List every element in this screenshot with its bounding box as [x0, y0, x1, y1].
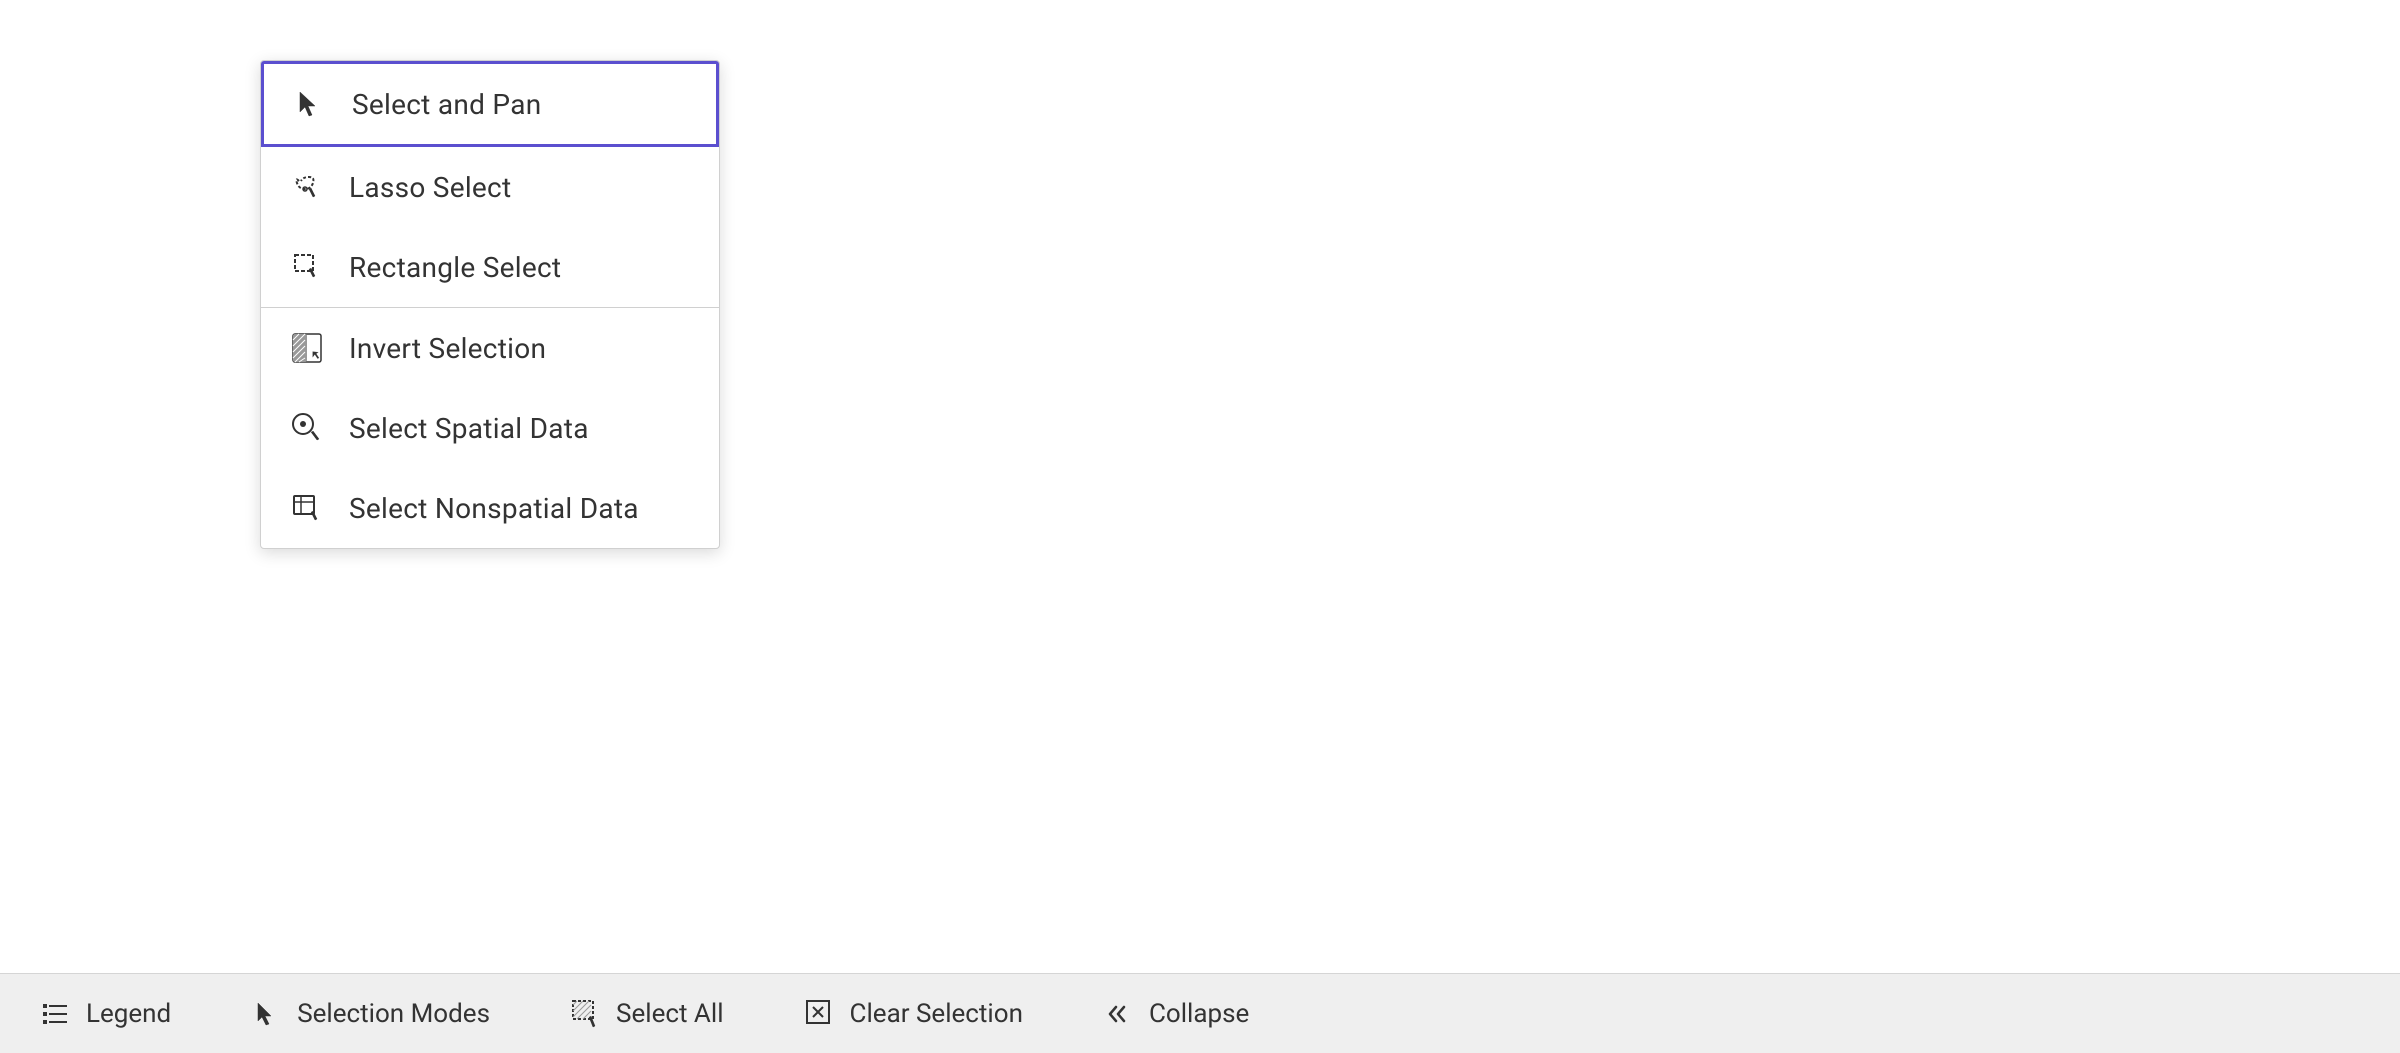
menu-item-label-select-spatial-data: Select Spatial Data	[349, 412, 589, 445]
toolbar-item-clear-selection[interactable]: Clear Selection	[764, 974, 1063, 1053]
menu-item-label-invert-selection: Invert Selection	[349, 332, 546, 365]
select-all-icon	[570, 998, 602, 1030]
toolbar-item-label-clear-selection: Clear Selection	[850, 999, 1023, 1029]
menu-item-invert-selection[interactable]: Invert Selection	[261, 307, 719, 388]
toolbar-item-label-collapse: Collapse	[1149, 999, 1249, 1029]
dropdown-menu: Select and Pan Lasso Select Rectangle	[260, 60, 720, 549]
menu-item-label-rectangle-select: Rectangle Select	[349, 251, 561, 284]
spatial-icon	[289, 410, 325, 446]
menu-item-label-select-and-pan: Select and Pan	[352, 88, 541, 121]
legend-icon	[40, 998, 72, 1030]
toolbar-item-select-all[interactable]: Select All	[530, 974, 764, 1053]
menu-item-label-lasso-select: Lasso Select	[349, 171, 511, 204]
lasso-icon	[289, 169, 325, 205]
invert-icon	[289, 330, 325, 366]
rectangle-cursor-icon	[289, 249, 325, 285]
cursor-icon	[251, 998, 283, 1030]
clear-selection-icon	[804, 998, 836, 1030]
nonspatial-icon	[289, 490, 325, 526]
toolbar-item-label-select-all: Select All	[616, 999, 724, 1029]
toolbar-item-collapse[interactable]: Collapse	[1063, 974, 1289, 1053]
menu-item-select-nonspatial-data[interactable]: Select Nonspatial Data	[261, 468, 719, 548]
bottom-toolbar: Legend Selection Modes Select All	[0, 973, 2400, 1053]
menu-item-rectangle-select[interactable]: Rectangle Select	[261, 227, 719, 307]
arrow-cursor-icon	[292, 86, 328, 122]
toolbar-item-label-legend: Legend	[86, 999, 171, 1029]
collapse-icon	[1103, 998, 1135, 1030]
toolbar-item-legend[interactable]: Legend	[30, 974, 211, 1053]
menu-item-lasso-select[interactable]: Lasso Select	[261, 147, 719, 227]
toolbar-item-selection-modes[interactable]: Selection Modes	[211, 974, 530, 1053]
main-area: Select and Pan Lasso Select Rectangle	[0, 0, 2400, 973]
menu-item-select-spatial-data[interactable]: Select Spatial Data	[261, 388, 719, 468]
menu-item-label-select-nonspatial-data: Select Nonspatial Data	[349, 492, 639, 525]
menu-item-select-and-pan[interactable]: Select and Pan	[261, 61, 719, 147]
toolbar-item-label-selection-modes: Selection Modes	[297, 999, 490, 1029]
